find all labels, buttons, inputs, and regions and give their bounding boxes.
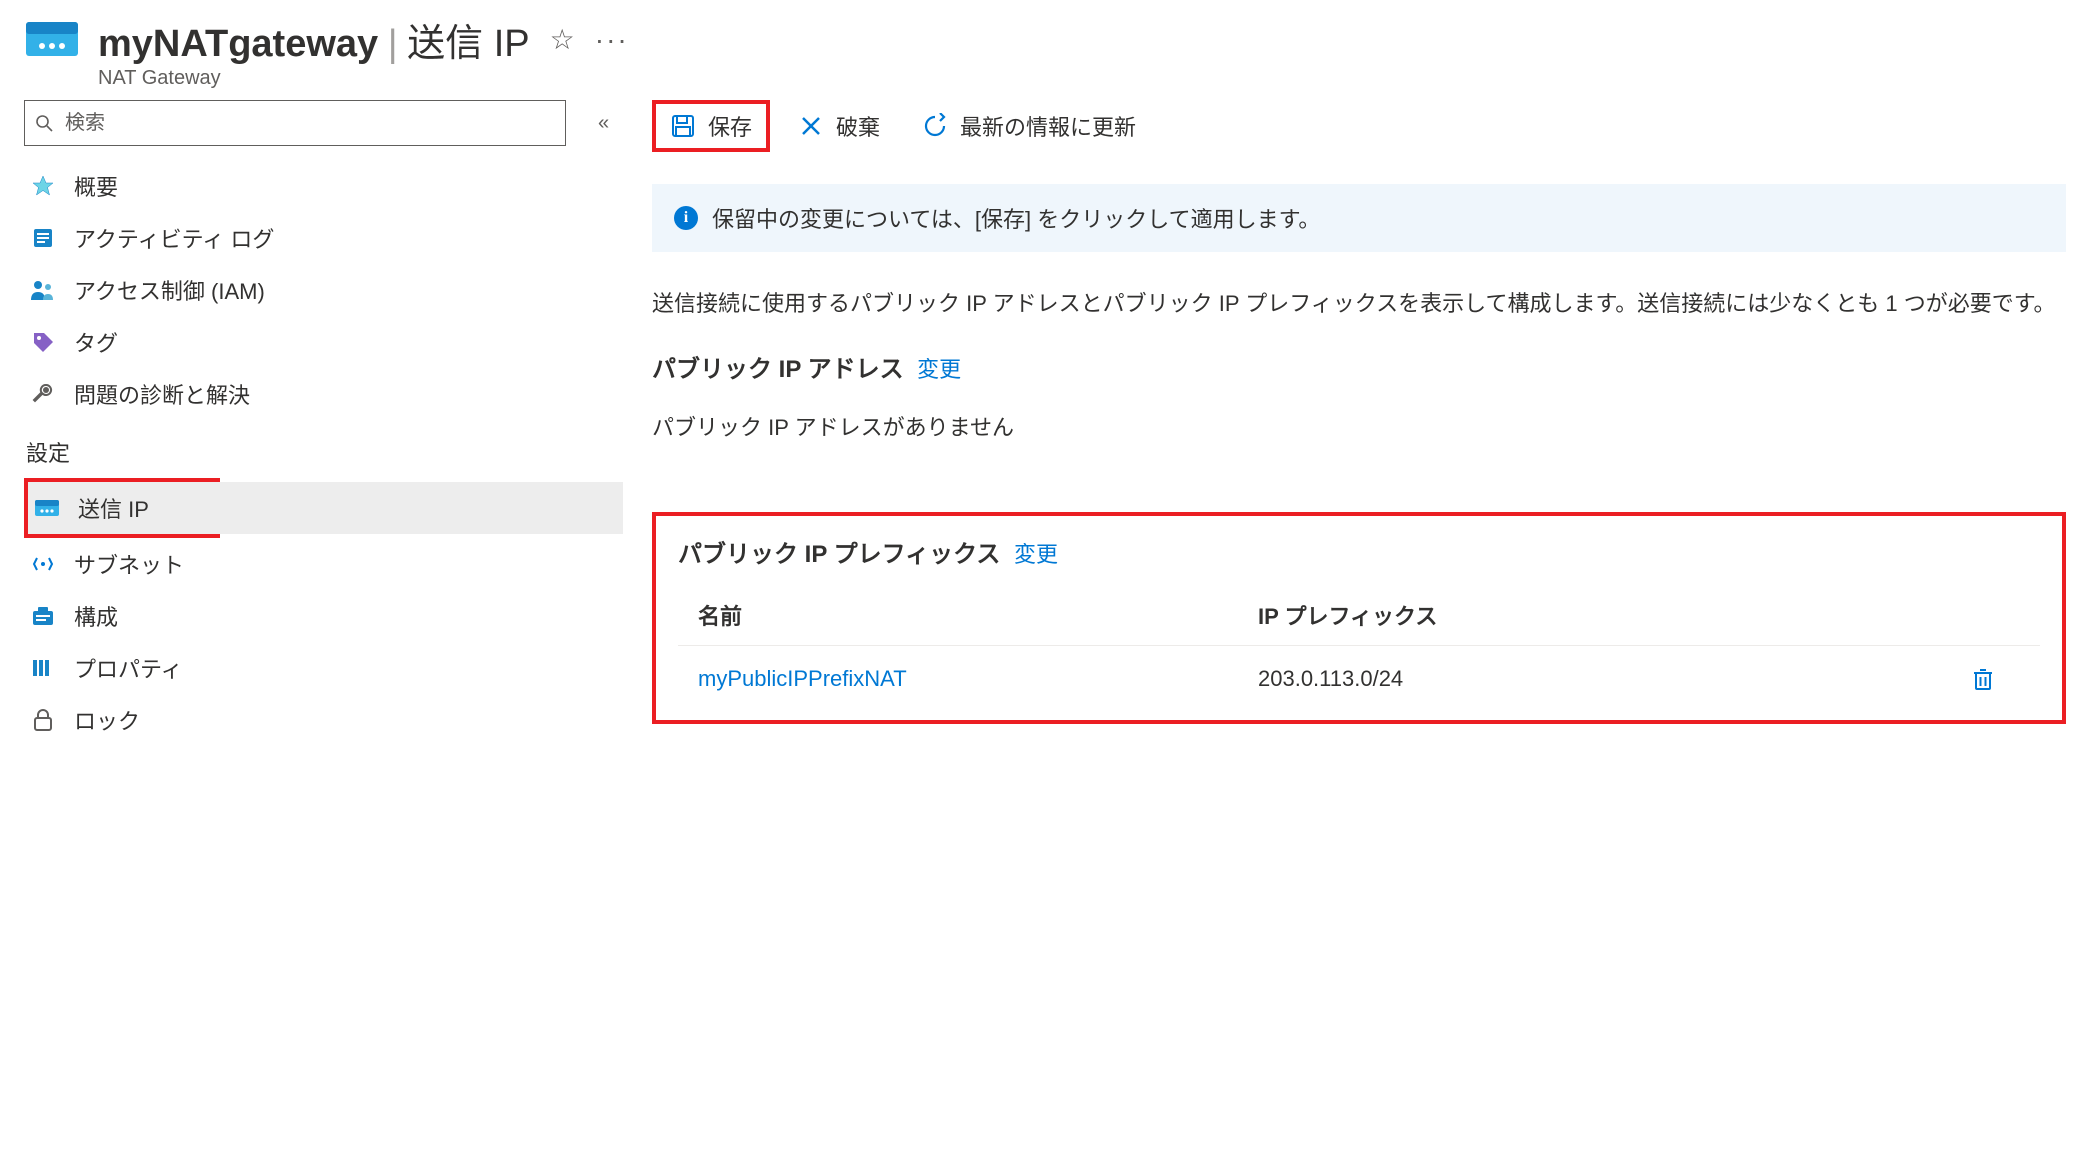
sidebar-item-label: ロック [74, 704, 140, 736]
page-header: myNATgateway | 送信 IP ☆ ··· NAT Gateway [24, 12, 2076, 90]
pending-changes-banner: i 保留中の変更については、[保存] をクリックして適用します。 [652, 184, 2066, 252]
table-header: 名前 IP プレフィックス [678, 599, 2040, 646]
prefix-table: 名前 IP プレフィックス myPublicIPPrefixNAT 203.0.… [678, 599, 2040, 698]
banner-text: 保留中の変更については、[保存] をクリックして適用します。 [712, 202, 1320, 234]
page-section-title: 送信 IP [407, 23, 529, 65]
prefix-name-link[interactable]: myPublicIPPrefixNAT [698, 666, 1258, 692]
discard-button[interactable]: 破棄 [784, 104, 894, 148]
discard-icon [798, 113, 824, 139]
sidebar-item-lock[interactable]: ロック [24, 694, 624, 746]
sidebar-item-subnet[interactable]: サブネット [24, 538, 624, 590]
activity-log-icon [30, 225, 56, 251]
info-icon: i [674, 206, 698, 230]
sidebar-item-label: アクティビティ ログ [74, 222, 274, 254]
sidebar-item-activity-log[interactable]: アクティビティ ログ [24, 212, 624, 264]
main-content: 保存 破棄 最新の情報に更新 i 保留中の変更 [652, 100, 2076, 724]
nat-gateway-icon [24, 16, 80, 62]
column-prefix: IP プレフィックス [1258, 599, 1972, 631]
discard-label: 破棄 [836, 110, 880, 142]
sidebar-item-label: 概要 [74, 170, 118, 202]
sidebar-item-overview[interactable]: 概要 [24, 160, 624, 212]
more-actions-icon[interactable]: ··· [595, 24, 629, 56]
public-ip-prefix-heading: パブリック IP プレフィックス [678, 534, 1000, 569]
sidebar-item-access-control[interactable]: アクセス制御 (IAM) [24, 264, 624, 316]
page-title: myNATgateway | 送信 IP [98, 12, 530, 67]
sidebar-item-label: 問題の診断と解決 [74, 378, 250, 410]
public-ip-prefix-section: パブリック IP プレフィックス 変更 名前 IP プレフィックス myPubl… [652, 512, 2066, 724]
overview-icon [30, 173, 56, 199]
favorite-star-icon[interactable]: ☆ [550, 23, 575, 56]
toolbar: 保存 破棄 最新の情報に更新 [652, 100, 2066, 152]
public-ip-address-heading: パブリック IP アドレス [652, 349, 904, 384]
resource-type-label: NAT Gateway [98, 67, 629, 90]
refresh-icon [922, 113, 948, 139]
sidebar-item-label: アクセス制御 (IAM) [74, 274, 265, 306]
sidebar-search[interactable] [24, 100, 566, 146]
sidebar-item-diagnose[interactable]: 問題の診断と解決 [24, 368, 624, 420]
page-description: 送信接続に使用するパブリック IP アドレスとパブリック IP プレフィックスを… [652, 286, 2066, 321]
refresh-label: 最新の情報に更新 [960, 110, 1136, 142]
sidebar-search-input[interactable] [63, 111, 555, 136]
sidebar-item-label: サブネット [74, 548, 184, 580]
no-public-ip-text: パブリック IP アドレスがありません [652, 410, 2066, 442]
lock-icon [30, 707, 56, 733]
save-icon [670, 113, 696, 139]
sidebar-section-settings: 設定 [24, 436, 624, 468]
column-name: 名前 [698, 599, 1258, 631]
sidebar-item-label: タグ [74, 326, 118, 358]
sidebar-item-label: プロパティ [74, 652, 183, 684]
table-row: myPublicIPPrefixNAT 203.0.113.0/24 [678, 646, 2040, 698]
title-separator: | [388, 23, 398, 65]
access-control-icon [30, 277, 56, 303]
save-label: 保存 [708, 110, 752, 142]
collapse-sidebar-icon[interactable]: « [598, 112, 603, 135]
sidebar-item-tags[interactable]: タグ [24, 316, 624, 368]
search-icon [35, 114, 53, 132]
refresh-button[interactable]: 最新の情報に更新 [908, 104, 1150, 148]
sidebar-item-configuration[interactable]: 構成 [24, 590, 624, 642]
prefix-value: 203.0.113.0/24 [1258, 666, 1972, 692]
resource-name: myNATgateway [98, 23, 378, 65]
sidebar-item-properties[interactable]: プロパティ [24, 642, 624, 694]
sidebar-item-outbound-ip[interactable]: 送信 IP [28, 482, 623, 534]
change-ip-prefix-link[interactable]: 変更 [1014, 542, 1058, 567]
outbound-ip-icon [34, 495, 60, 521]
save-button[interactable]: 保存 [656, 104, 766, 148]
subnet-icon [30, 551, 56, 577]
diagnose-icon [30, 381, 56, 407]
change-ip-address-link[interactable]: 変更 [917, 357, 961, 382]
tag-icon [30, 329, 56, 355]
delete-prefix-button[interactable] [1972, 667, 2020, 691]
properties-icon [30, 655, 56, 681]
column-actions [1972, 599, 2020, 631]
sidebar-item-label: 送信 IP [78, 492, 149, 524]
sidebar: « 概要 アクティビティ ログ アクセス制御 (IAM) [24, 100, 624, 746]
sidebar-item-label: 構成 [74, 600, 118, 632]
configuration-icon [30, 603, 56, 629]
